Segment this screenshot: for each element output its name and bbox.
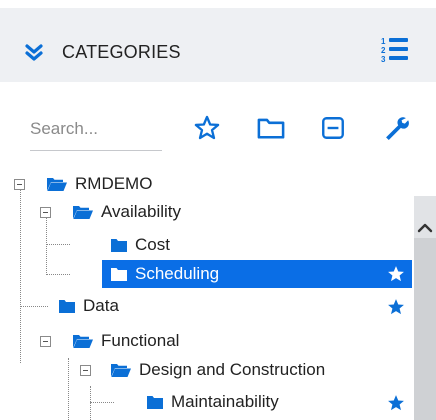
wrench-icon[interactable] bbox=[382, 114, 410, 142]
tree-toolbar bbox=[0, 98, 436, 158]
star-icon[interactable] bbox=[386, 393, 406, 413]
numbered-list-icon[interactable]: 1 2 3 bbox=[380, 36, 410, 64]
scrollbar-thumb[interactable] bbox=[414, 238, 436, 420]
category-tree: RMDEMO Availability Cost Scheduling Data bbox=[0, 168, 436, 420]
star-icon[interactable] bbox=[386, 297, 406, 317]
collapse-toggle[interactable] bbox=[80, 365, 91, 376]
tree-node-functional[interactable]: Functional bbox=[72, 327, 179, 355]
folder-icon bbox=[146, 394, 164, 410]
star-icon[interactable] bbox=[386, 264, 406, 284]
svg-text:3: 3 bbox=[381, 55, 386, 64]
tree-node-maintainability[interactable]: Maintainability bbox=[146, 388, 279, 416]
tree-node-label: Design and Construction bbox=[139, 360, 326, 379]
open-folder-icon bbox=[110, 362, 132, 378]
tree-guide-line bbox=[20, 189, 21, 363]
tree-node-cost[interactable]: Cost bbox=[110, 231, 170, 259]
tree-node-data[interactable]: Data bbox=[58, 292, 119, 320]
star-outline-icon[interactable] bbox=[193, 114, 221, 142]
collapse-toggle[interactable] bbox=[14, 179, 25, 190]
tree-guide-line bbox=[20, 306, 48, 307]
svg-text:1: 1 bbox=[381, 37, 386, 46]
folder-outline-icon[interactable] bbox=[256, 114, 286, 142]
tree-guide-line bbox=[46, 244, 70, 245]
svg-text:2: 2 bbox=[381, 46, 386, 55]
open-folder-icon bbox=[72, 204, 94, 220]
tree-guide-line bbox=[90, 386, 91, 420]
open-folder-icon bbox=[72, 333, 94, 349]
open-folder-icon bbox=[46, 176, 68, 192]
categories-header: CATEGORIES 1 2 3 bbox=[0, 8, 436, 82]
folder-icon bbox=[110, 266, 128, 282]
tree-node-label: Scheduling bbox=[135, 264, 220, 283]
search-input[interactable] bbox=[30, 114, 162, 151]
chevron-up-icon[interactable] bbox=[416, 222, 434, 234]
collapse-toggle[interactable] bbox=[40, 336, 51, 347]
tree-node-label: Maintainability bbox=[171, 392, 279, 411]
collapse-toggle[interactable] bbox=[40, 207, 51, 218]
tree-node-design-and-construction[interactable]: Design and Construction bbox=[110, 356, 325, 384]
folder-icon bbox=[110, 237, 128, 253]
double-chevron-down-icon[interactable] bbox=[24, 44, 44, 62]
tree-guide-line bbox=[90, 402, 114, 403]
folder-icon bbox=[58, 298, 76, 314]
tree-node-label: Data bbox=[83, 296, 119, 315]
categories-title: CATEGORIES bbox=[62, 42, 181, 62]
tree-node-label: Availability bbox=[101, 202, 182, 221]
tree-guide-line bbox=[46, 274, 70, 275]
tree-guide-line bbox=[46, 217, 47, 275]
tree-node-rmdemo[interactable]: RMDEMO bbox=[46, 170, 152, 198]
tree-node-scheduling[interactable]: Scheduling bbox=[102, 260, 412, 288]
collapse-box-icon[interactable] bbox=[320, 114, 346, 142]
tree-guide-line bbox=[68, 358, 69, 420]
tree-node-label: Functional bbox=[101, 331, 180, 350]
tree-node-label: Cost bbox=[135, 235, 170, 254]
tree-node-availability[interactable]: Availability bbox=[72, 198, 181, 226]
tree-node-label: RMDEMO bbox=[75, 174, 153, 193]
